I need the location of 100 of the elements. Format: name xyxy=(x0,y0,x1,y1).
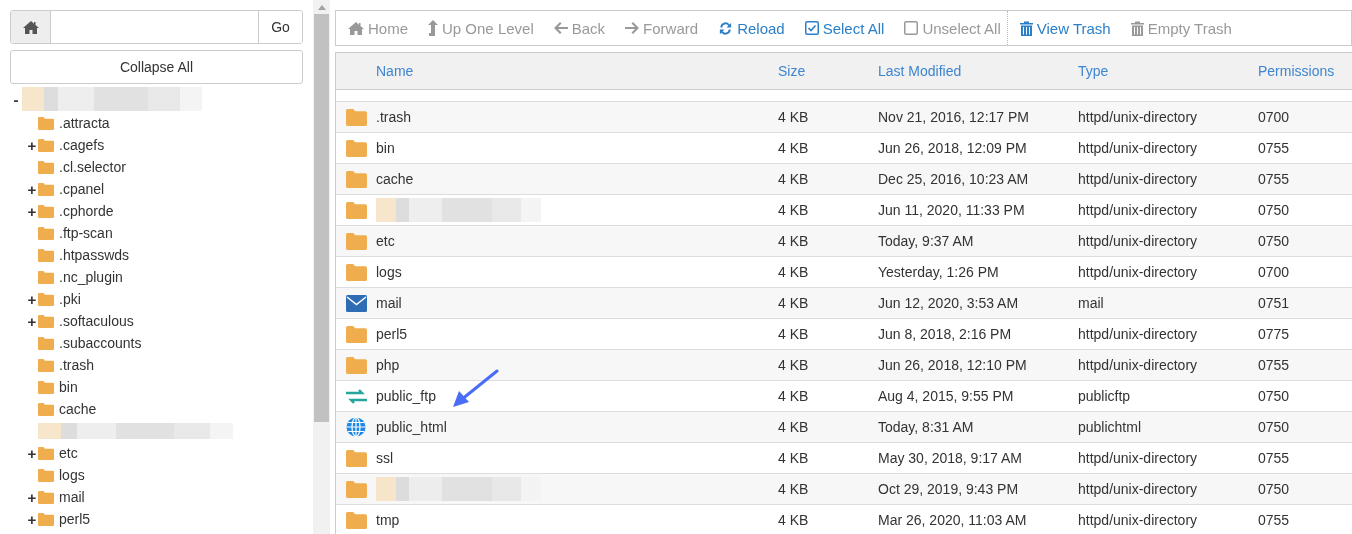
tree-toggle[interactable]: + xyxy=(26,202,38,220)
file-size: 4 KB xyxy=(778,202,810,218)
folder-icon xyxy=(38,512,54,526)
permissions: 0755 xyxy=(1258,450,1291,466)
folder-icon xyxy=(38,138,54,152)
modified-date: Jun 12, 2020, 3:53 AM xyxy=(878,295,1020,311)
tree-item[interactable]: .cphorde xyxy=(38,203,114,219)
modified-date: Yesterday, 1:26 PM xyxy=(878,264,1000,280)
tree-item[interactable]: .htpasswds xyxy=(38,247,130,263)
folder-icon xyxy=(38,446,54,460)
tree-item[interactable]: .pki xyxy=(38,291,81,307)
file-name[interactable]: ssl xyxy=(376,450,778,466)
file-name[interactable]: mail xyxy=(376,295,778,311)
folder-icon xyxy=(345,139,367,157)
file-type: httpd/unix-directory xyxy=(1078,202,1199,218)
file-name[interactable]: perl5 xyxy=(376,326,778,342)
tree-item[interactable]: cache xyxy=(38,401,97,417)
permissions: 0750 xyxy=(1258,419,1291,435)
tree-item[interactable]: .cl.selector xyxy=(38,159,126,175)
file-name[interactable]: etc xyxy=(376,233,778,249)
arrow-annotation xyxy=(451,369,499,409)
reload-icon xyxy=(718,20,734,36)
tree-item[interactable]: .softaculous xyxy=(38,313,134,329)
folder-icon xyxy=(38,336,54,350)
scrollbar-thumb[interactable] xyxy=(314,14,329,422)
tree-toggle[interactable]: + xyxy=(26,488,38,506)
permissions: 0750 xyxy=(1258,233,1291,249)
tree-item[interactable]: bin xyxy=(38,379,78,395)
tree-item[interactable]: .trash xyxy=(38,357,94,373)
collapse-all-button[interactable]: Collapse All xyxy=(10,50,303,84)
modified-date: Nov 21, 2016, 12:17 PM xyxy=(878,109,1030,125)
home-icon xyxy=(348,21,364,35)
file-type: httpd/unix-directory xyxy=(1078,233,1199,249)
folder-icon xyxy=(38,314,54,328)
modified-date: May 30, 2018, 9:17 AM xyxy=(878,450,1023,466)
tree-toggle[interactable]: + xyxy=(26,444,38,462)
file-type: httpd/unix-directory xyxy=(1078,450,1199,466)
trash-button[interactable]: View Trash xyxy=(1013,14,1117,42)
tree-item[interactable]: .nc_plugin xyxy=(38,269,123,285)
swap-arrows-icon xyxy=(345,387,367,405)
tree-item[interactable]: .ftp-scan xyxy=(38,225,113,241)
tree-item[interactable]: .cpanel xyxy=(38,181,105,197)
right-arrow-icon xyxy=(625,22,640,34)
file-name[interactable]: cache xyxy=(376,171,778,187)
modified-date: Today, 8:31 AM xyxy=(878,419,975,435)
folder-icon xyxy=(38,160,54,174)
file-type: httpd/unix-directory xyxy=(1078,512,1199,528)
folder-icon xyxy=(38,270,54,284)
folder-icon xyxy=(38,116,54,130)
file-name[interactable]: .trash xyxy=(376,109,778,125)
modified-date: Today, 9:37 AM xyxy=(878,233,975,249)
tree-item[interactable]: .subaccounts xyxy=(38,335,142,351)
tree-toggle[interactable]: + xyxy=(26,510,38,528)
select-button[interactable]: Select All xyxy=(798,14,891,42)
checked-box-icon xyxy=(804,21,819,35)
permissions: 0700 xyxy=(1258,264,1291,280)
file-size: 4 KB xyxy=(778,419,810,435)
column-header[interactable]: Last Modified xyxy=(878,63,1078,79)
tree-item[interactable]: logs xyxy=(38,467,85,483)
file-type: mail xyxy=(1078,295,1105,311)
file-name[interactable]: public_html xyxy=(376,419,778,435)
file-type: publicftp xyxy=(1078,388,1132,404)
tree-toggle[interactable]: + xyxy=(26,180,38,198)
folder-icon xyxy=(345,170,367,188)
file-name[interactable]: php xyxy=(376,357,778,373)
folder-icon xyxy=(345,449,367,467)
folder-icon xyxy=(38,468,54,482)
scroll-up-icon[interactable] xyxy=(317,5,326,10)
permissions: 0700 xyxy=(1258,109,1291,125)
tree-toggle[interactable]: + xyxy=(26,136,38,154)
file-name[interactable]: public_ftp xyxy=(376,388,778,404)
file-name[interactable]: bin xyxy=(376,140,778,156)
tree-toggle[interactable]: + xyxy=(26,290,38,308)
file-name[interactable]: logs xyxy=(376,264,778,280)
tree-item[interactable]: mail xyxy=(38,489,85,505)
file-name[interactable]: tmp xyxy=(376,512,778,528)
permissions: 0775 xyxy=(1258,326,1291,342)
file-type: httpd/unix-directory xyxy=(1078,481,1199,497)
file-size: 4 KB xyxy=(778,264,810,280)
permissions: 0750 xyxy=(1258,481,1291,497)
file-size: 4 KB xyxy=(778,171,810,187)
folder-icon xyxy=(345,325,367,343)
tree-item[interactable]: .cagefs xyxy=(38,137,105,153)
modified-date: Oct 29, 2019, 9:43 PM xyxy=(878,481,1020,497)
tree-item[interactable]: etc xyxy=(38,445,78,461)
file-type: httpd/unix-directory xyxy=(1078,264,1199,280)
file-size: 4 KB xyxy=(778,450,810,466)
permissions: 0750 xyxy=(1258,202,1291,218)
folder-icon xyxy=(345,232,367,250)
file-type: httpd/unix-directory xyxy=(1078,109,1199,125)
modified-date: Mar 26, 2020, 11:03 AM xyxy=(878,512,1028,528)
folder-icon xyxy=(38,248,54,262)
left-arrow-icon xyxy=(553,22,568,34)
reload-button[interactable]: Reload xyxy=(712,14,791,42)
tree-toggle[interactable]: + xyxy=(26,312,38,330)
tree-toggle[interactable]: - xyxy=(10,90,22,108)
modified-date: Jun 11, 2020, 11:33 PM xyxy=(878,202,1026,218)
tree-item[interactable]: .attracta xyxy=(38,115,110,131)
tree-item[interactable]: perl5 xyxy=(38,511,91,527)
folder-icon xyxy=(38,490,54,504)
